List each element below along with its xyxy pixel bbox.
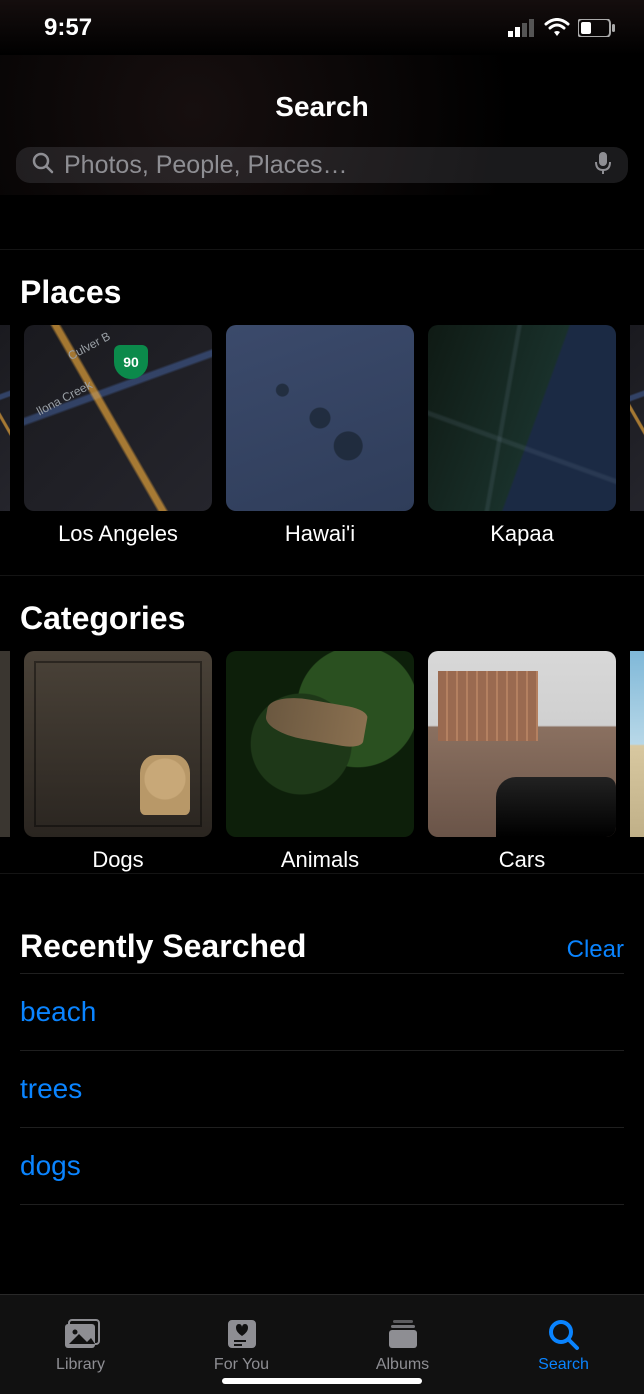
- photo-thumb: [226, 651, 414, 837]
- content: Places Culver B llona Creek 90 Los Angel…: [0, 221, 644, 1294]
- map-road-label: llona Creek: [34, 378, 94, 419]
- tile-label: Hawai'i: [226, 521, 414, 547]
- search-field[interactable]: [16, 147, 628, 183]
- home-indicator[interactable]: [222, 1378, 422, 1384]
- tab-label: Albums: [376, 1356, 429, 1374]
- places-title: Places: [20, 274, 121, 311]
- page-title: Search: [275, 91, 368, 123]
- header: Search: [0, 55, 644, 195]
- photo-thumb: [428, 651, 616, 837]
- map-road-label: Culver B: [65, 329, 112, 363]
- categories-tile-peek-left[interactable]: [0, 651, 10, 873]
- categories-title: Categories: [20, 600, 185, 637]
- categories-tile-peek-right[interactable]: [630, 651, 644, 873]
- recent-item[interactable]: beach: [20, 973, 624, 1051]
- places-tile-kapaa[interactable]: Kapaa: [428, 325, 616, 547]
- wifi-icon: [544, 18, 570, 38]
- for-you-icon: [222, 1316, 262, 1352]
- recent-list: beach trees dogs: [0, 973, 644, 1205]
- tab-label: Library: [56, 1356, 105, 1374]
- tile-label: Kapaa: [428, 521, 616, 547]
- highway-shield-icon: 90: [114, 345, 148, 379]
- categories-tile-animals[interactable]: Animals: [226, 651, 414, 873]
- places-tile-los-angeles[interactable]: Culver B llona Creek 90 Los Angeles: [24, 325, 212, 547]
- places-tile-peek-left[interactable]: [0, 325, 10, 547]
- recent-section: Recently Searched Clear beach trees dogs: [0, 873, 644, 1205]
- categories-section: Categories Dogs Animals Cars: [0, 547, 644, 873]
- battery-icon: [578, 19, 616, 37]
- categories-tile-dogs[interactable]: Dogs: [24, 651, 212, 873]
- search-icon: [32, 152, 54, 179]
- tab-label: Search: [538, 1356, 589, 1374]
- tile-label: Animals: [226, 847, 414, 873]
- tile-label: Dogs: [24, 847, 212, 873]
- places-tile-peek-right[interactable]: [630, 325, 644, 547]
- places-scroller[interactable]: Culver B llona Creek 90 Los Angeles Hawa…: [0, 325, 644, 547]
- search-input[interactable]: [64, 151, 584, 180]
- clear-button[interactable]: Clear: [567, 936, 624, 964]
- tile-label: Cars: [428, 847, 616, 873]
- places-tile-hawaii[interactable]: Hawai'i: [226, 325, 414, 547]
- status-bar: 9:57: [0, 0, 644, 55]
- recent-title: Recently Searched: [20, 928, 306, 965]
- tab-library[interactable]: Library: [0, 1295, 161, 1394]
- recent-item[interactable]: dogs: [20, 1128, 624, 1205]
- library-icon: [61, 1316, 101, 1352]
- map-thumb: [428, 325, 616, 511]
- search-icon: [544, 1316, 584, 1352]
- map-thumb: [226, 325, 414, 511]
- tab-search[interactable]: Search: [483, 1295, 644, 1394]
- categories-tile-cars[interactable]: Cars: [428, 651, 616, 873]
- map-thumb: Culver B llona Creek 90: [24, 325, 212, 511]
- places-section: Places Culver B llona Creek 90 Los Angel…: [0, 221, 644, 547]
- status-time: 9:57: [44, 14, 92, 42]
- albums-icon: [383, 1316, 423, 1352]
- tab-label: For You: [214, 1356, 269, 1374]
- recent-item[interactable]: trees: [20, 1051, 624, 1128]
- categories-scroller[interactable]: Dogs Animals Cars: [0, 651, 644, 873]
- mic-icon[interactable]: [594, 151, 612, 180]
- status-icons: [508, 18, 616, 38]
- cellular-icon: [508, 19, 536, 37]
- photo-thumb: [24, 651, 212, 837]
- tile-label: Los Angeles: [24, 521, 212, 547]
